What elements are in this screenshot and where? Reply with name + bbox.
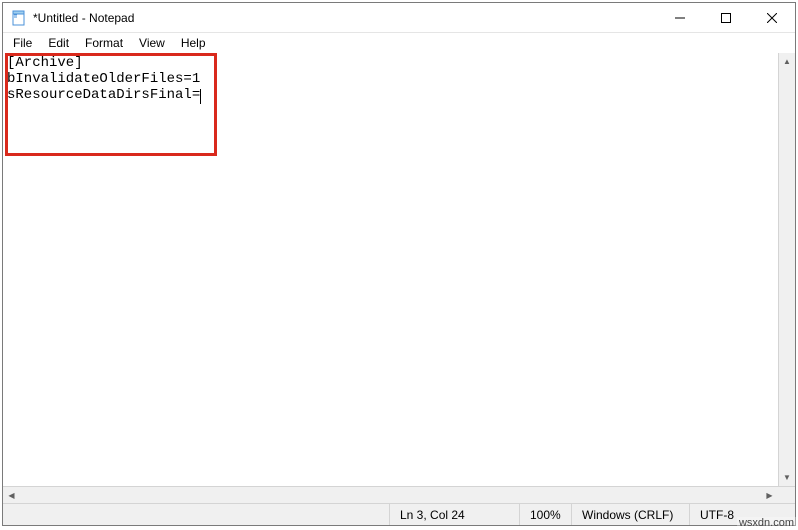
menu-file[interactable]: File bbox=[5, 35, 40, 51]
status-encoding: UTF-8 bbox=[689, 504, 795, 525]
window-title: *Untitled - Notepad bbox=[33, 11, 657, 25]
scrollbar-corner bbox=[778, 487, 795, 503]
menu-help[interactable]: Help bbox=[173, 35, 214, 51]
scroll-down-icon[interactable]: ▼ bbox=[779, 469, 795, 486]
vertical-scrollbar[interactable]: ▲ ▼ bbox=[778, 53, 795, 486]
menu-view[interactable]: View bbox=[131, 35, 173, 51]
close-button[interactable] bbox=[749, 3, 795, 32]
menu-edit[interactable]: Edit bbox=[40, 35, 77, 51]
scroll-up-icon[interactable]: ▲ bbox=[779, 53, 795, 70]
statusbar: Ln 3, Col 24 100% Windows (CRLF) UTF-8 bbox=[3, 503, 795, 525]
scroll-left-icon[interactable]: ◀ bbox=[3, 487, 20, 503]
titlebar: *Untitled - Notepad bbox=[3, 3, 795, 33]
notepad-icon bbox=[11, 10, 27, 26]
status-line-endings: Windows (CRLF) bbox=[571, 504, 689, 525]
minimize-button[interactable] bbox=[657, 3, 703, 32]
scroll-track[interactable] bbox=[779, 70, 795, 469]
status-zoom: 100% bbox=[519, 504, 571, 525]
menu-format[interactable]: Format bbox=[77, 35, 131, 51]
window-controls bbox=[657, 3, 795, 32]
notepad-window: *Untitled - Notepad File Edit Format Vie… bbox=[2, 2, 796, 526]
horizontal-scrollbar[interactable]: ◀ ▶ bbox=[3, 486, 795, 503]
hscroll-track[interactable] bbox=[20, 487, 761, 503]
scroll-right-icon[interactable]: ▶ bbox=[761, 487, 778, 503]
maximize-button[interactable] bbox=[703, 3, 749, 32]
text-editor[interactable]: [Archive] bInvalidateOlderFiles=1 sResou… bbox=[3, 53, 778, 486]
editor-wrap: [Archive] bInvalidateOlderFiles=1 sResou… bbox=[3, 53, 795, 486]
menubar: File Edit Format View Help bbox=[3, 33, 795, 53]
status-cursor-position: Ln 3, Col 24 bbox=[389, 504, 519, 525]
editor-area: [Archive] bInvalidateOlderFiles=1 sResou… bbox=[3, 53, 795, 503]
